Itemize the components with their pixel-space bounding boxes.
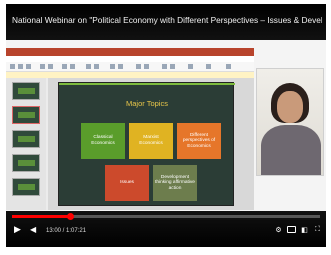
play-icon[interactable]: ▶ xyxy=(14,226,21,235)
topic-box-marxist: Marxist Economics xyxy=(129,123,173,159)
ribbon-icon xyxy=(86,64,91,69)
speaker-body xyxy=(261,125,321,175)
slide-thumbnail xyxy=(12,106,40,124)
current-slide: Major Topics Classical Economics Marxist… xyxy=(58,82,235,206)
progress-bar[interactable] xyxy=(12,213,320,220)
ppt-ribbon xyxy=(6,62,254,72)
ribbon-icon xyxy=(144,64,149,69)
slide-thumbnail xyxy=(12,178,40,196)
ribbon-icon xyxy=(62,64,67,69)
ribbon-icon xyxy=(226,64,231,69)
slide-thumbnail xyxy=(12,130,40,148)
slide-thumbnail xyxy=(12,82,40,100)
ribbon-icon xyxy=(118,64,123,69)
topic-box-classical: Classical Economics xyxy=(81,123,125,159)
slide-thumbnail xyxy=(12,154,40,172)
ppt-titlebar xyxy=(6,48,254,56)
presentation-window: Major Topics Classical Economics Marxist… xyxy=(6,48,254,210)
slide-accent-bar xyxy=(59,83,235,85)
ribbon-icon xyxy=(110,64,115,69)
topic-box-development: Development thinking affirmative action xyxy=(153,165,197,201)
speaker-webcam xyxy=(256,68,324,176)
ribbon-icon xyxy=(136,64,141,69)
topic-box-different-perspectives: Different perspectives of Economics xyxy=(177,123,221,159)
player-controls: ▶ ◀ 13:00 / 1:07:21 ⚙ ◧ ⛶ xyxy=(6,211,326,247)
ribbon-icon xyxy=(188,64,193,69)
ribbon-icon xyxy=(18,64,23,69)
volume-icon[interactable]: ◀ xyxy=(30,226,36,234)
topic-box-issues: Issues xyxy=(105,165,149,201)
captions-icon[interactable] xyxy=(287,225,296,234)
video-title[interactable]: National Webinar on "Political Economy w… xyxy=(12,15,322,25)
ribbon-icon xyxy=(94,64,99,69)
slide-canvas: Major Topics Classical Economics Marxist… xyxy=(48,78,254,210)
ribbon-icon xyxy=(48,64,53,69)
time-display: 13:00 / 1:07:21 xyxy=(46,228,87,234)
progress-scrubber[interactable] xyxy=(67,213,75,220)
fullscreen-icon[interactable]: ⛶ xyxy=(313,225,322,234)
ribbon-icon xyxy=(40,64,45,69)
video-frame[interactable]: Major Topics Classical Economics Marxist… xyxy=(6,40,326,211)
title-bar: National Webinar on "Political Economy w… xyxy=(6,4,326,40)
speaker-face xyxy=(277,91,303,123)
right-controls: ⚙ ◧ ⛶ xyxy=(274,225,322,234)
progress-fill xyxy=(12,215,71,218)
ribbon-icon xyxy=(170,64,175,69)
ribbon-icon xyxy=(162,64,167,69)
settings-icon[interactable]: ⚙ xyxy=(274,225,283,234)
ribbon-icon xyxy=(10,64,15,69)
slide-thumbnails xyxy=(6,78,46,210)
video-player[interactable]: National Webinar on "Political Economy w… xyxy=(6,4,326,247)
ribbon-icon xyxy=(206,64,211,69)
miniplayer-icon[interactable]: ◧ xyxy=(300,225,309,234)
ribbon-icon xyxy=(70,64,75,69)
slide-heading: Major Topics xyxy=(126,99,168,108)
ribbon-icon xyxy=(26,64,31,69)
